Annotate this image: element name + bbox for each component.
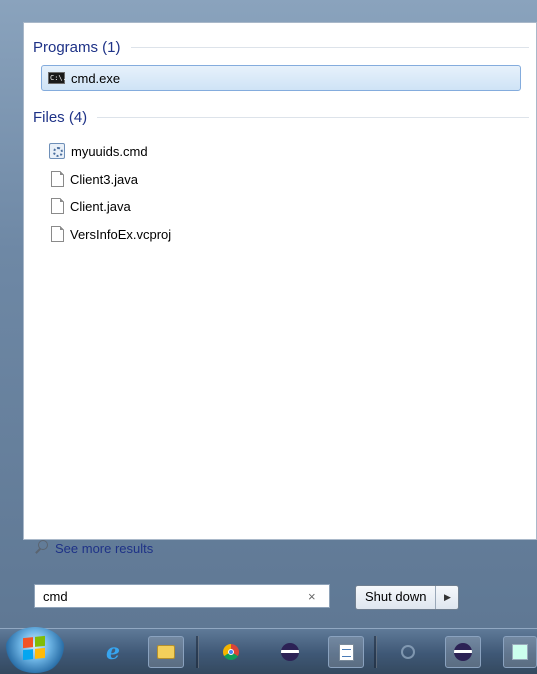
- taskbar-search[interactable]: [390, 636, 426, 668]
- eclipse-icon: [454, 643, 472, 661]
- document-icon: [51, 226, 64, 242]
- result-label: cmd.exe: [71, 70, 121, 86]
- eclipse-icon: [281, 643, 299, 661]
- search-icon: [401, 645, 415, 659]
- batch-file-icon: [49, 143, 65, 159]
- taskbar-separator: [374, 636, 377, 668]
- see-more-results-link[interactable]: See more results: [34, 540, 153, 556]
- see-more-label: See more results: [55, 540, 154, 556]
- start-menu: Programs (1) C:\. cmd.exe Files (4) myuu…: [0, 0, 537, 628]
- taskbar-app[interactable]: [503, 636, 537, 668]
- taskbar-chrome[interactable]: [213, 636, 249, 668]
- taskbar-eclipse-2[interactable]: [445, 636, 481, 668]
- shutdown-button-group: Shut down ▶: [355, 585, 460, 610]
- shutdown-options-arrow-icon[interactable]: ▶: [436, 586, 458, 609]
- taskbar-separator: [196, 636, 199, 668]
- document-icon: [51, 198, 64, 214]
- result-client-java[interactable]: Client.java: [49, 195, 131, 217]
- cmd-icon: C:\.: [48, 72, 67, 84]
- result-label: Client.java: [70, 198, 131, 214]
- group-divider: [97, 116, 529, 118]
- windows-logo-icon: [23, 635, 45, 661]
- result-label: Client3.java: [70, 171, 138, 187]
- taskbar-notepad[interactable]: [328, 636, 364, 668]
- notepad-icon: [338, 643, 354, 661]
- programs-group-header: Programs (1): [33, 37, 529, 57]
- result-versinfoex-vcproj[interactable]: VersInfoEx.vcproj: [49, 223, 171, 245]
- files-group-title: Files (4): [33, 108, 88, 126]
- magnifier-icon: [34, 540, 49, 556]
- taskbar-file-explorer[interactable]: [148, 636, 184, 668]
- result-client3-java[interactable]: Client3.java: [49, 168, 138, 190]
- document-icon: [51, 171, 64, 187]
- files-group-header: Files (4): [33, 107, 529, 127]
- app-icon: [512, 644, 528, 660]
- result-label: VersInfoEx.vcproj: [70, 226, 172, 242]
- shutdown-button[interactable]: Shut down: [356, 586, 437, 609]
- file-explorer-icon: [157, 645, 175, 659]
- chrome-icon: [223, 644, 239, 660]
- start-search-box[interactable]: ×: [34, 584, 330, 608]
- taskbar-eclipse[interactable]: [272, 636, 308, 668]
- group-divider: [130, 46, 529, 48]
- internet-explorer-icon: e: [106, 639, 120, 665]
- result-label: myuuids.cmd: [71, 143, 148, 159]
- search-input[interactable]: [41, 587, 300, 605]
- result-myuuids-cmd[interactable]: myuuids.cmd: [49, 140, 148, 162]
- taskbar-internet-explorer[interactable]: e: [95, 636, 131, 668]
- clear-search-icon[interactable]: ×: [308, 589, 316, 604]
- search-results-panel: Programs (1) C:\. cmd.exe Files (4) myuu…: [23, 22, 537, 556]
- result-cmd-exe[interactable]: C:\. cmd.exe: [41, 65, 521, 91]
- start-button[interactable]: [3, 625, 67, 673]
- programs-group-title: Programs (1): [33, 38, 121, 56]
